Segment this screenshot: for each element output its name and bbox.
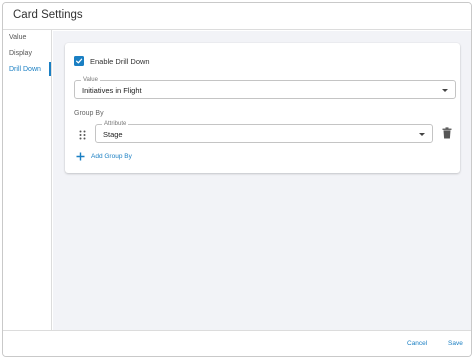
caret-down-icon	[442, 89, 448, 92]
attribute-select[interactable]: Attribute Stage	[95, 121, 433, 143]
dialog-footer: Cancel Save	[3, 330, 471, 356]
card-settings-dialog: Card Settings Value Display Drill Down E…	[2, 2, 472, 357]
sidebar-item-display[interactable]: Display	[3, 46, 51, 62]
value-select[interactable]: Value Initiatives in Flight	[74, 77, 456, 99]
group-by-label: Group By	[74, 110, 104, 117]
checkmark-icon	[75, 58, 83, 64]
trash-icon[interactable]	[442, 127, 452, 139]
cancel-button[interactable]: Cancel	[407, 340, 427, 347]
dialog-title: Card Settings	[13, 9, 83, 21]
enable-drill-down-label: Enable Drill Down	[90, 56, 150, 66]
add-group-by-button[interactable]: Add Group By	[76, 150, 132, 162]
enable-drill-down-row[interactable]: Enable Drill Down	[74, 55, 150, 67]
plus-icon	[76, 152, 85, 160]
attribute-select-selected: Stage	[103, 130, 123, 139]
settings-content: Enable Drill Down Value Initiatives in F…	[53, 31, 471, 330]
caret-down-icon	[419, 133, 425, 136]
add-group-by-label: Add Group By	[91, 152, 132, 160]
value-select-selected: Initiatives in Flight	[82, 86, 142, 95]
sidebar-item-drill-down[interactable]: Drill Down	[3, 62, 51, 78]
value-select-legend: Value	[81, 77, 100, 84]
attribute-select-legend: Attribute	[102, 121, 129, 128]
drag-handle-icon[interactable]	[79, 130, 86, 140]
save-button[interactable]: Save	[448, 340, 463, 347]
sidebar-item-value[interactable]: Value	[3, 30, 51, 46]
dialog-header: Card Settings	[3, 3, 471, 30]
enable-drill-down-checkbox[interactable]	[74, 56, 84, 66]
settings-sidebar: Value Display Drill Down	[3, 30, 52, 330]
drill-down-card: Enable Drill Down Value Initiatives in F…	[65, 43, 460, 173]
